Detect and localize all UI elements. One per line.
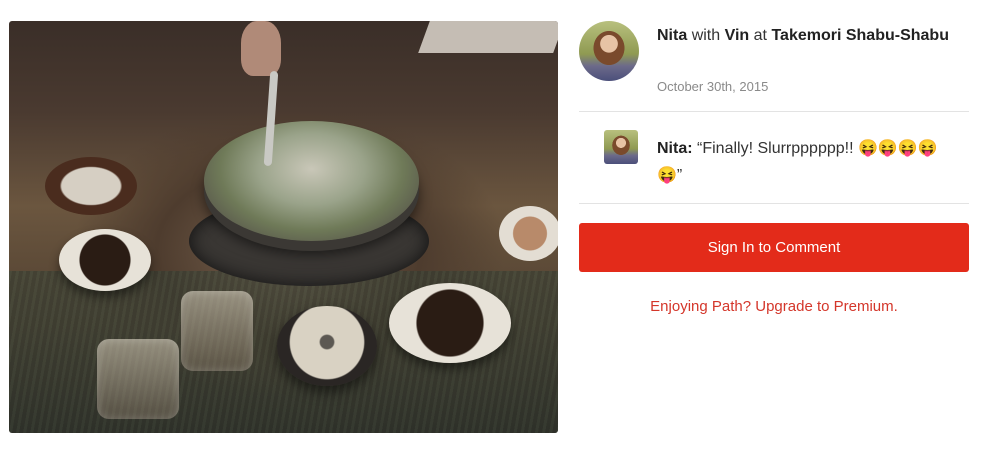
glass <box>181 291 253 371</box>
author-name[interactable]: Nita <box>657 27 687 44</box>
moment-date: October 30th, 2015 <box>657 79 769 94</box>
sauce-bowl <box>389 283 511 363</box>
sign-in-to-comment-button[interactable]: Sign In to Comment <box>579 223 969 272</box>
rice-bowl <box>277 306 377 386</box>
commenter-avatar[interactable] <box>604 130 638 164</box>
companion-name[interactable]: Vin <box>725 27 750 44</box>
glass <box>97 339 179 419</box>
divider <box>579 203 969 204</box>
moment-headline: Nita with Vin at Takemori Shabu-Shabu <box>657 22 957 49</box>
at-word: at <box>753 27 767 44</box>
side-plate <box>45 157 137 215</box>
comment-text: “Finally! Slurrpppppp!! 😝😝😝😝😝” <box>657 140 938 184</box>
side-bowl <box>499 206 558 261</box>
napkin <box>418 21 558 53</box>
author-avatar[interactable] <box>579 21 639 81</box>
place-name[interactable]: Takemori Shabu-Shabu <box>771 27 949 44</box>
moment-photo <box>9 21 558 433</box>
hotpot <box>204 121 419 241</box>
sauce-bowl <box>59 229 151 291</box>
hand <box>241 21 281 76</box>
with-word: with <box>691 27 721 44</box>
divider <box>579 111 969 112</box>
comment-author[interactable]: Nita: <box>657 140 693 157</box>
upgrade-premium-link[interactable]: Enjoying Path? Upgrade to Premium. <box>579 298 969 315</box>
comment: Nita: “Finally! Slurrpppppp!! 😝😝😝😝😝” <box>657 135 957 189</box>
